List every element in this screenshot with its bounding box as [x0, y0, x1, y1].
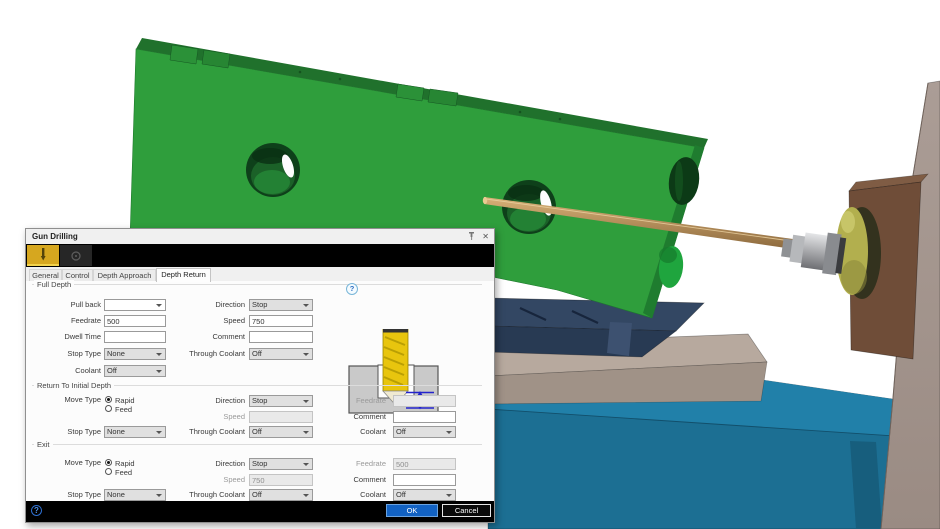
chevron-down-icon	[446, 494, 452, 497]
rapid-radio-label: Rapid	[115, 459, 135, 468]
direction-label: Direction	[154, 458, 245, 470]
group-caption-return: Return To Initial Depth	[34, 381, 114, 390]
feedrate-label: Feedrate	[294, 395, 386, 407]
through-coolant-select[interactable]: Off	[249, 348, 313, 360]
chevron-down-icon	[156, 370, 162, 373]
feedrate-input	[393, 458, 456, 470]
pull-back-label: Pull back	[29, 299, 101, 311]
app-window: { "window": { "title": "Gun Drilling", "…	[0, 0, 940, 529]
dialog-title: Gun Drilling	[32, 232, 78, 241]
help-icon[interactable]: ?	[346, 283, 358, 295]
comment-input[interactable]	[393, 474, 456, 486]
coolant-select[interactable]: Off	[393, 489, 456, 501]
feedrate-input	[393, 395, 456, 407]
dialog-body: Full Depth Pull back Direction Stop Feed…	[26, 281, 494, 501]
dialog-titlebar[interactable]: Gun Drilling ✕	[26, 229, 494, 245]
through-coolant-label: Through Coolant	[154, 489, 245, 501]
chevron-down-icon	[303, 304, 309, 307]
bore-dark-inner	[675, 161, 683, 201]
coolant-select[interactable]: Off	[104, 365, 166, 377]
close-icon[interactable]: ✕	[482, 233, 489, 241]
feed-radio[interactable]	[105, 405, 112, 412]
through-coolant-label: Through Coolant	[154, 348, 245, 360]
tool-settings-icon	[70, 250, 82, 262]
speed-label: Speed	[154, 315, 245, 327]
direction-select[interactable]: Stop	[249, 299, 313, 311]
dialog-footer: ? OK Cancel	[26, 501, 494, 522]
bore-bright-shade	[659, 247, 677, 263]
rapid-radio[interactable]	[105, 459, 112, 466]
tab-bar: General Control Depth Approach Depth Ret…	[26, 267, 494, 282]
help-icon[interactable]: ?	[31, 505, 42, 516]
pin-icon[interactable]	[467, 231, 476, 243]
coolant-label: Coolant	[294, 489, 386, 501]
speed-input[interactable]	[249, 315, 313, 327]
feedrate-label: Feedrate	[294, 458, 386, 470]
group-divider	[32, 284, 482, 285]
feedrate-label: Feedrate	[29, 315, 101, 327]
tab-depth-return[interactable]: Depth Return	[156, 268, 211, 282]
chevron-down-icon	[446, 431, 452, 434]
cancel-button[interactable]: Cancel	[442, 504, 491, 517]
move-type-label: Move Type	[29, 457, 101, 469]
comment-label: Comment	[154, 331, 245, 343]
feed-radio-label: Feed	[115, 405, 132, 414]
stop-type-label: Stop Type	[29, 489, 101, 501]
stop-type-label: Stop Type	[29, 426, 101, 438]
comment-input[interactable]	[393, 411, 456, 423]
move-type-label: Move Type	[29, 394, 101, 406]
comment-label: Comment	[294, 474, 386, 486]
group-divider	[32, 444, 482, 445]
chevron-down-icon	[303, 353, 309, 356]
tab-depth-approach[interactable]: Depth Approach	[93, 269, 156, 281]
feed-radio-label: Feed	[115, 468, 132, 477]
dwell-time-label: Dwell Time	[29, 331, 101, 343]
drill-icon	[37, 247, 49, 263]
coolant-select[interactable]: Off	[393, 426, 456, 438]
direction-label: Direction	[154, 299, 245, 311]
toolbar-gun-drill-button[interactable]	[27, 245, 59, 266]
group-caption-exit: Exit	[34, 440, 53, 449]
through-coolant-label: Through Coolant	[154, 426, 245, 438]
ok-button[interactable]: OK	[386, 504, 438, 517]
coolant-label: Coolant	[29, 365, 101, 377]
gun-drilling-dialog: Gun Drilling ✕ General Control Depth App…	[25, 228, 495, 523]
coolant-label: Coolant	[294, 426, 386, 438]
speed-label: Speed	[154, 474, 245, 486]
comment-label: Comment	[294, 411, 386, 423]
group-caption-full-depth: Full Depth	[34, 280, 74, 289]
speed-label: Speed	[154, 411, 245, 423]
stop-type-label: Stop Type	[29, 348, 101, 360]
drilled-hole-left	[246, 143, 300, 197]
comment-input[interactable]	[249, 331, 313, 343]
direction-label: Direction	[154, 395, 245, 407]
rapid-radio[interactable]	[105, 396, 112, 403]
rapid-radio-label: Rapid	[115, 396, 135, 405]
feed-radio[interactable]	[105, 468, 112, 475]
toolbar-settings-button[interactable]	[60, 245, 92, 266]
dialog-toolbar	[26, 244, 494, 267]
